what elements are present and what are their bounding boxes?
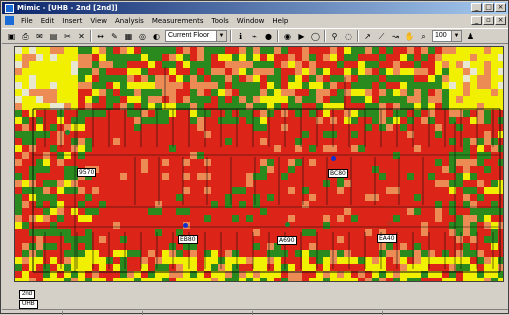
access-point-marker[interactable] (285, 222, 290, 227)
menu-insert[interactable]: Insert (58, 17, 86, 25)
zoom-select-value: 100 (435, 32, 447, 39)
curve-tool-icon[interactable]: ↝ (390, 31, 401, 42)
toolbar-separator (277, 30, 279, 42)
doc-close-button[interactable]: × (495, 16, 506, 25)
line-tool-icon[interactable]: ⟋ (376, 31, 387, 42)
doc-minimize-button[interactable]: _ (471, 16, 482, 25)
zoom-select[interactable]: 100 ▼ (432, 30, 462, 42)
menu-tools[interactable]: Tools (208, 17, 233, 25)
menu-analysis[interactable]: Analysis (111, 17, 148, 25)
zoom-icon[interactable]: ⌕ (418, 31, 429, 42)
minimize-button[interactable]: _ (471, 3, 482, 12)
floor-select[interactable]: Current Floor ▼ (165, 30, 227, 42)
app-icon (5, 3, 14, 13)
coverage-map[interactable]: 9570 BC80 EB80 A690 EA40 (14, 46, 504, 282)
info-icon[interactable]: ℹ (235, 31, 246, 42)
menu-file[interactable]: File (17, 17, 37, 25)
access-point-marker[interactable] (183, 223, 188, 228)
floor-plan-layer (32, 67, 501, 273)
toolbar-separator (90, 30, 92, 42)
access-point-marker[interactable] (65, 130, 70, 135)
status-segment (142, 311, 143, 315)
maximize-button[interactable]: □ (483, 3, 494, 12)
stop-icon[interactable]: ◯ (310, 31, 321, 42)
record-icon[interactable]: ◉ (282, 31, 293, 42)
play-icon[interactable]: ▶ (296, 31, 307, 42)
cut-icon[interactable]: ✂ (62, 31, 73, 42)
title-bar: Mimic - [UHB - 2nd [2nd]] _ □ × (2, 2, 508, 14)
menu-window[interactable]: Window (233, 17, 269, 25)
ap-label[interactable]: EA40 (377, 234, 397, 243)
target-icon[interactable]: ◎ (137, 31, 148, 42)
menu-measurements[interactable]: Measurements (148, 17, 208, 25)
status-segment (382, 311, 383, 315)
status-segment (62, 311, 63, 315)
ap-label[interactable]: BC80 (328, 169, 348, 178)
window-controls: _ □ × (471, 3, 506, 12)
status-bar (2, 309, 508, 315)
document-icon[interactable] (5, 16, 14, 25)
menu-help[interactable]: Help (268, 17, 292, 25)
toolbar-separator (324, 30, 326, 42)
layers-icon[interactable]: ▦ (123, 31, 134, 42)
pencil-icon[interactable]: ✎ (109, 31, 120, 42)
floor-select-value: Current Floor (168, 32, 210, 39)
new-icon[interactable]: ▣ (6, 31, 17, 42)
chevron-down-icon[interactable]: ▼ (216, 31, 226, 41)
chevron-down-icon[interactable]: ▼ (451, 31, 461, 41)
menu-view[interactable]: View (86, 17, 111, 25)
access-point-marker[interactable] (387, 221, 392, 226)
floor-tabs: 2nd (19, 290, 37, 299)
print-icon[interactable]: ⎙ (20, 31, 31, 42)
ap-label[interactable]: A690 (277, 236, 297, 245)
tab-building[interactable]: UHB (19, 300, 38, 309)
toolbar: ▣ ⎙ ✉ ▤ ✂ ✕ ↔ ✎ ▦ ◎ ◐ Current Floor ▼ ℹ … (2, 28, 508, 44)
document-controls: _ ▫ × (471, 16, 506, 25)
access-point-marker[interactable] (331, 156, 336, 161)
status-segment (252, 311, 253, 315)
menu-bar: File Edit Insert View Analysis Measureme… (2, 15, 508, 26)
open-icon[interactable]: ✉ (34, 31, 45, 42)
app-window: Mimic - [UHB - 2nd [2nd]] _ □ × File Edi… (0, 0, 509, 315)
antenna-icon[interactable]: ⚲ (329, 31, 340, 42)
ap-label[interactable]: EB80 (178, 235, 198, 244)
ap-label[interactable]: 9570 (77, 168, 97, 177)
tab-floor[interactable]: 2nd (19, 290, 36, 299)
menu-edit[interactable]: Edit (37, 17, 59, 25)
paint-icon[interactable]: ◐ (151, 31, 162, 42)
hand-tool-icon[interactable]: ✋ (404, 31, 415, 42)
save-icon[interactable]: ▤ (48, 31, 59, 42)
chart-icon[interactable]: ⌁ (249, 31, 260, 42)
doc-restore-button[interactable]: ▫ (483, 16, 494, 25)
filter-icon[interactable]: ◌ (343, 31, 354, 42)
globe-icon[interactable]: ● (263, 31, 274, 42)
close-button[interactable]: × (495, 3, 506, 12)
arrow-tool-icon[interactable]: ↗ (362, 31, 373, 42)
building-tabs: UHB (19, 300, 40, 309)
measure-icon[interactable]: ↔ (95, 31, 106, 42)
delete-icon[interactable]: ✕ (76, 31, 87, 42)
toolbar-separator (230, 30, 232, 42)
user-icon[interactable]: ♟ (465, 31, 476, 42)
toolbar-separator (357, 30, 359, 42)
window-title: Mimic - [UHB - 2nd [2nd]] (17, 4, 118, 12)
